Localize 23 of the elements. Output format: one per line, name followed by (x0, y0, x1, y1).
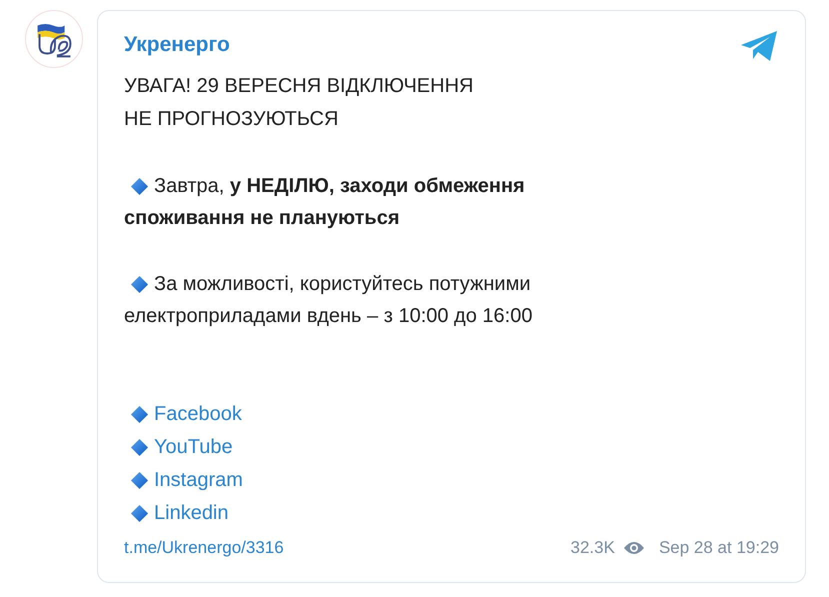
diamond-icon (130, 274, 149, 294)
diamond-icon (130, 176, 149, 196)
view-count: 32.3K (570, 538, 615, 558)
message-title: НЕ ПРОГНОЗУЮТЬСЯ (124, 107, 338, 132)
paper-plane-icon[interactable] (739, 29, 779, 63)
message-line: Завтра, у НЕДІЛЮ, заходи обмеження (154, 174, 525, 199)
diamond-icon (130, 405, 149, 424)
channel-name[interactable]: Укренерго (124, 33, 230, 57)
diamond-icon (130, 471, 149, 490)
eye-icon (622, 540, 645, 556)
channel-avatar[interactable] (25, 10, 83, 68)
post-link[interactable]: t.me/Ukrenergo/3316 (124, 538, 284, 558)
diamond-icon (130, 504, 149, 523)
social-link[interactable]: Linkedin (154, 502, 229, 525)
social-link[interactable]: Instagram (154, 469, 243, 492)
diamond-icon (130, 438, 149, 457)
message-title: УВАГА! 29 ВЕРЕСНЯ ВІДКЛЮЧЕННЯ (124, 74, 474, 99)
message-line: споживання не плануються (124, 206, 400, 231)
social-link[interactable]: YouTube (154, 436, 233, 459)
post-date: Sep 28 at 19:29 (658, 538, 779, 558)
social-link[interactable]: Facebook (154, 403, 242, 426)
message-line: електроприладами вдень – з 10:00 до 16:00 (124, 304, 532, 329)
message-line: За можливості, користуйтесь потужними (154, 272, 530, 297)
